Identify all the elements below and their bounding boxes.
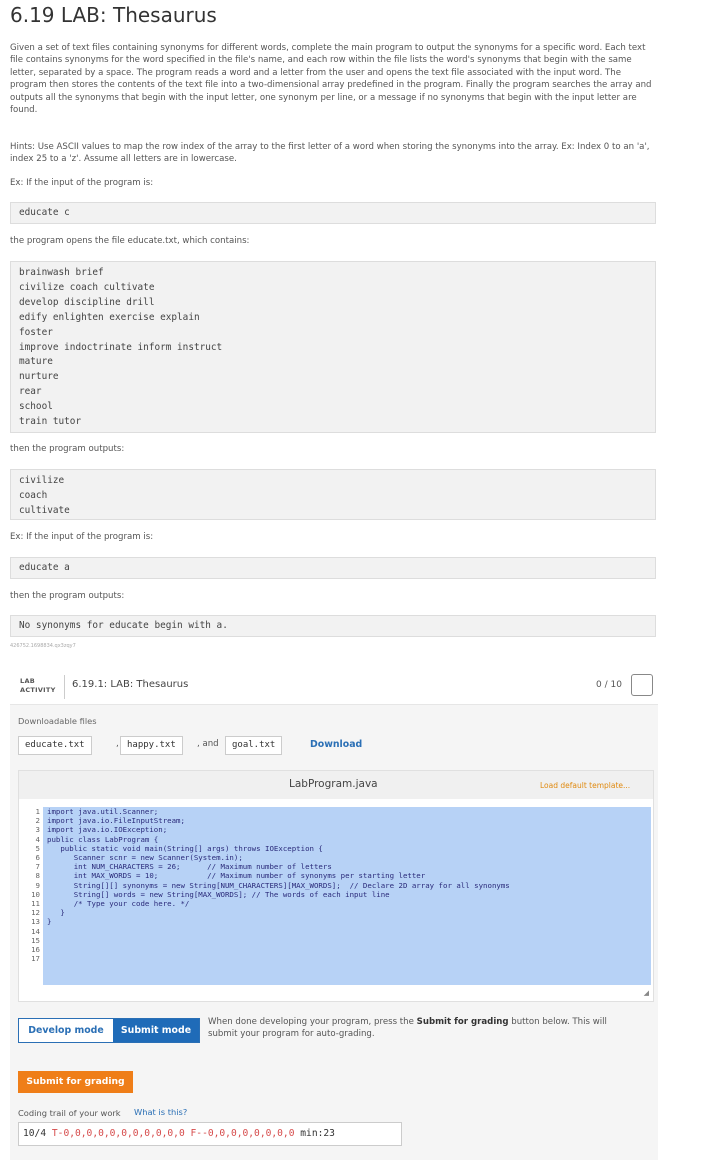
file-link-happy[interactable]: happy.txt — [120, 736, 183, 755]
line-number: 8 — [35, 871, 40, 881]
editor-filename: LabProgram.java — [289, 778, 378, 790]
line-number: 10 — [31, 889, 40, 899]
line-number: 17 — [31, 954, 40, 964]
lab-activity-badge: LAB ACTIVITY — [20, 677, 56, 695]
code-line: String[][] synonyms = new String[NUM_CHA… — [47, 880, 510, 890]
example2-input: educate a — [19, 562, 70, 573]
line-number: 1 — [35, 807, 40, 816]
code-line: String[] words = new String[MAX_WORDS]; … — [47, 889, 390, 899]
trail-fail-runs: F--0,0,0,0,0,0,0,0 — [190, 1128, 301, 1139]
example1-input-box: educate c — [10, 202, 656, 224]
file-line: foster — [19, 326, 53, 338]
file-line: school — [19, 401, 53, 413]
code-line: int MAX_WORDS = 10; // Maximum number of… — [47, 871, 426, 881]
page-title: 6.19 LAB: Thesaurus — [10, 3, 217, 27]
line-number-gutter: 1 2 3 4 5 6 7 8 9 10 11 12 13 14 15 16 1… — [19, 807, 43, 963]
code-editor: LabProgram.java Load default template...… — [18, 770, 654, 1002]
editor-header: LabProgram.java Load default template... — [19, 771, 653, 799]
file-line: brainwash brief — [19, 267, 104, 278]
example1-intro: Ex: If the input of the program is: — [10, 178, 154, 188]
develop-mode-button[interactable]: Develop mode — [19, 1019, 113, 1042]
mode-note: When done developing your program, press… — [208, 1016, 638, 1040]
code-line: import java.util.Scanner; — [47, 807, 159, 816]
file-line: develop discipline drill — [19, 296, 155, 308]
code-line: /* Type your code here. */ — [47, 899, 190, 909]
output1-line: civilize — [19, 475, 65, 486]
hints-paragraph: Hints: Use ASCII values to map the row i… — [10, 142, 650, 165]
trail-test-runs: T-0,0,0,0,0,0,0,0,0,0,0 — [51, 1128, 191, 1139]
mode-note-text: When done developing your program, press… — [208, 1017, 417, 1027]
coding-trail: 10/4 T-0,0,0,0,0,0,0,0,0,0,0 F--0,0,0,0,… — [18, 1122, 402, 1146]
code-line: import java.io.FileInputStream; — [47, 816, 185, 826]
completion-checkbox-icon — [631, 674, 653, 696]
example2-intro: Ex: If the input of the program is: — [10, 532, 154, 542]
code-line: int NUM_CHARACTERS = 26; // Maximum numb… — [47, 862, 332, 872]
description-paragraph: Given a set of text files containing syn… — [10, 43, 652, 116]
badge-line: LAB — [20, 677, 36, 685]
mode-toggle: Develop mode Submit mode — [18, 1018, 200, 1043]
submit-for-grading-button[interactable]: Submit for grading — [18, 1071, 133, 1093]
line-number: 15 — [31, 935, 40, 945]
page: 6.19 LAB: Thesaurus Given a set of text … — [0, 0, 704, 1160]
output1-box: civilize coach cultivate — [10, 469, 656, 520]
downloadable-files-label: Downloadable files — [18, 716, 97, 726]
output2-intro: then the program outputs: — [10, 591, 125, 601]
code-line: Scanner scnr = new Scanner(System.in); — [47, 853, 243, 863]
download-link[interactable]: Download — [310, 739, 362, 750]
lab-title: 6.19.1: LAB: Thesaurus — [72, 679, 189, 690]
file-intro: the program opens the file educate.txt, … — [10, 236, 250, 246]
header-divider — [64, 675, 65, 699]
line-number: 11 — [31, 899, 40, 909]
what-is-this-link[interactable]: What is this? — [134, 1107, 187, 1117]
load-default-template-link[interactable]: Load default template... — [540, 781, 630, 790]
resize-handle-icon[interactable]: ◢ — [644, 989, 649, 997]
output2-line: No synonyms for educate begin with a. — [19, 620, 228, 631]
file-line: civilize coach cultivate — [19, 281, 155, 293]
example1-input: educate c — [19, 207, 70, 218]
code-line: public class LabProgram { — [47, 834, 159, 844]
line-number: 7 — [35, 862, 40, 872]
file-line: rear — [19, 386, 42, 398]
file-link-educate[interactable]: educate.txt — [18, 736, 92, 755]
score-label: 0 / 10 — [596, 680, 622, 690]
output1-intro: then the program outputs: — [10, 444, 125, 454]
trail-minutes: min:23 — [300, 1128, 335, 1139]
line-number: 3 — [35, 825, 40, 835]
mode-note-bold: Submit for grading — [416, 1017, 509, 1027]
file-line: mature — [19, 356, 53, 368]
output1-line: coach — [19, 489, 48, 501]
line-number: 12 — [31, 908, 40, 918]
file-link-goal[interactable]: goal.txt — [225, 736, 283, 755]
code-text-area[interactable]: import java.util.Scanner; import java.io… — [43, 807, 651, 985]
code-line: import java.io.IOException; — [47, 825, 168, 835]
output2-box: No synonyms for educate begin with a. — [10, 615, 656, 637]
activity-id: 426752.1698834.qx3zqy7 — [10, 643, 76, 649]
coding-trail-label: Coding trail of your work — [18, 1108, 121, 1118]
output1-line: cultivate — [19, 504, 70, 516]
file-contents-box: brainwash brief civilize coach cultivate… — [10, 261, 656, 433]
line-number: 14 — [31, 926, 40, 936]
file-line: train tutor — [19, 416, 82, 428]
example2-input-box: educate a — [10, 557, 656, 579]
lab-header: LAB ACTIVITY 6.19.1: LAB: Thesaurus 0 / … — [10, 670, 658, 705]
lab-activity-panel: LAB ACTIVITY 6.19.1: LAB: Thesaurus 0 / … — [10, 670, 658, 1160]
trail-date: 10/4 — [23, 1128, 52, 1139]
line-number: 9 — [35, 880, 40, 890]
badge-line: ACTIVITY — [20, 686, 56, 694]
line-number: 4 — [35, 834, 40, 844]
file-line: edify enlighten exercise explain — [19, 311, 200, 323]
submit-mode-button[interactable]: Submit mode — [113, 1019, 199, 1042]
code-line: } — [47, 908, 65, 918]
line-number: 2 — [35, 816, 40, 826]
line-number: 5 — [35, 843, 40, 853]
file-separator: , and — [197, 739, 219, 749]
line-number: 6 — [35, 853, 40, 863]
line-number: 16 — [31, 945, 40, 955]
file-separator: , — [116, 739, 119, 749]
line-number: 13 — [31, 917, 40, 927]
file-line: improve indoctrinate inform instruct — [19, 341, 223, 353]
code-line: } — [47, 917, 52, 927]
code-line: public static void main(String[] args) t… — [47, 843, 323, 853]
file-line: nurture — [19, 371, 59, 383]
